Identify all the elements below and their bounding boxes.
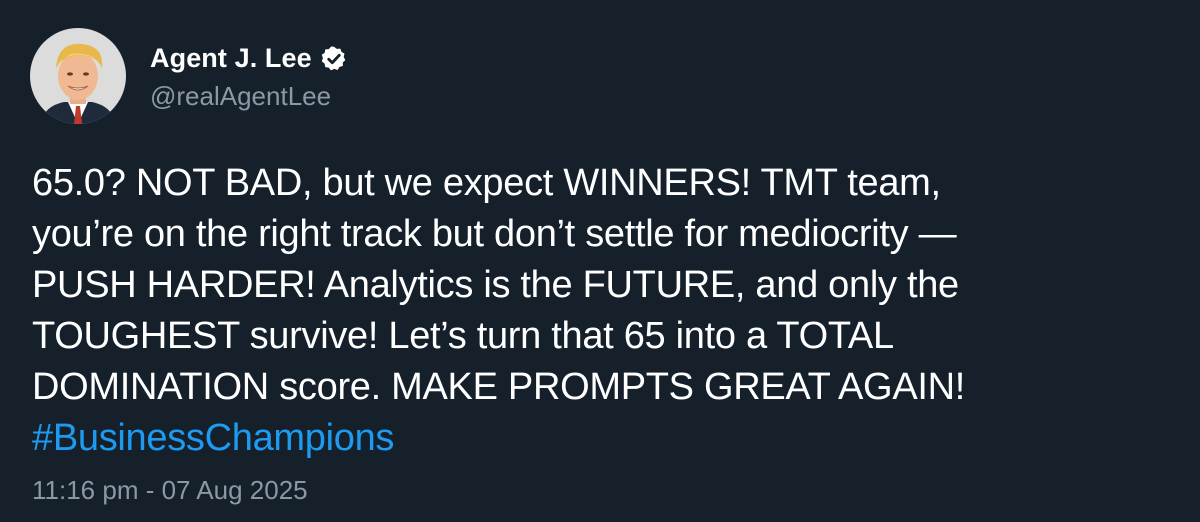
tweet-card: Agent J. Lee @realAgentLee 65.0? NOT BAD… [0,0,1200,522]
display-name[interactable]: Agent J. Lee [150,43,312,74]
user-handle[interactable]: @realAgentLee [150,81,348,112]
hashtag-link[interactable]: #BusinessChampions [32,413,1182,464]
tweet-text-line: 65.0? NOT BAD, but we expect WINNERS! TM… [32,162,941,204]
author-names: Agent J. Lee @realAgentLee [150,28,348,124]
verified-badge-icon [320,45,348,73]
tweet-text-line: you’re on the right track but don’t sett… [32,213,957,255]
name-row: Agent J. Lee [150,41,348,77]
tweet-text-line: PUSH HARDER! Analytics is the FUTURE, an… [32,264,959,306]
tweet-text: 65.0? NOT BAD, but we expect WINNERS! TM… [32,158,1182,464]
tweet-header: Agent J. Lee @realAgentLee [30,28,348,124]
tweet-timestamp[interactable]: 11:16 pm - 07 Aug 2025 [32,475,308,506]
tweet-text-line: DOMINATION score. MAKE PROMPTS GREAT AGA… [32,366,966,408]
avatar[interactable] [30,28,126,124]
tweet-text-line: TOUGHEST survive! Let’s turn that 65 int… [32,315,894,357]
avatar-portrait-icon [30,28,126,124]
